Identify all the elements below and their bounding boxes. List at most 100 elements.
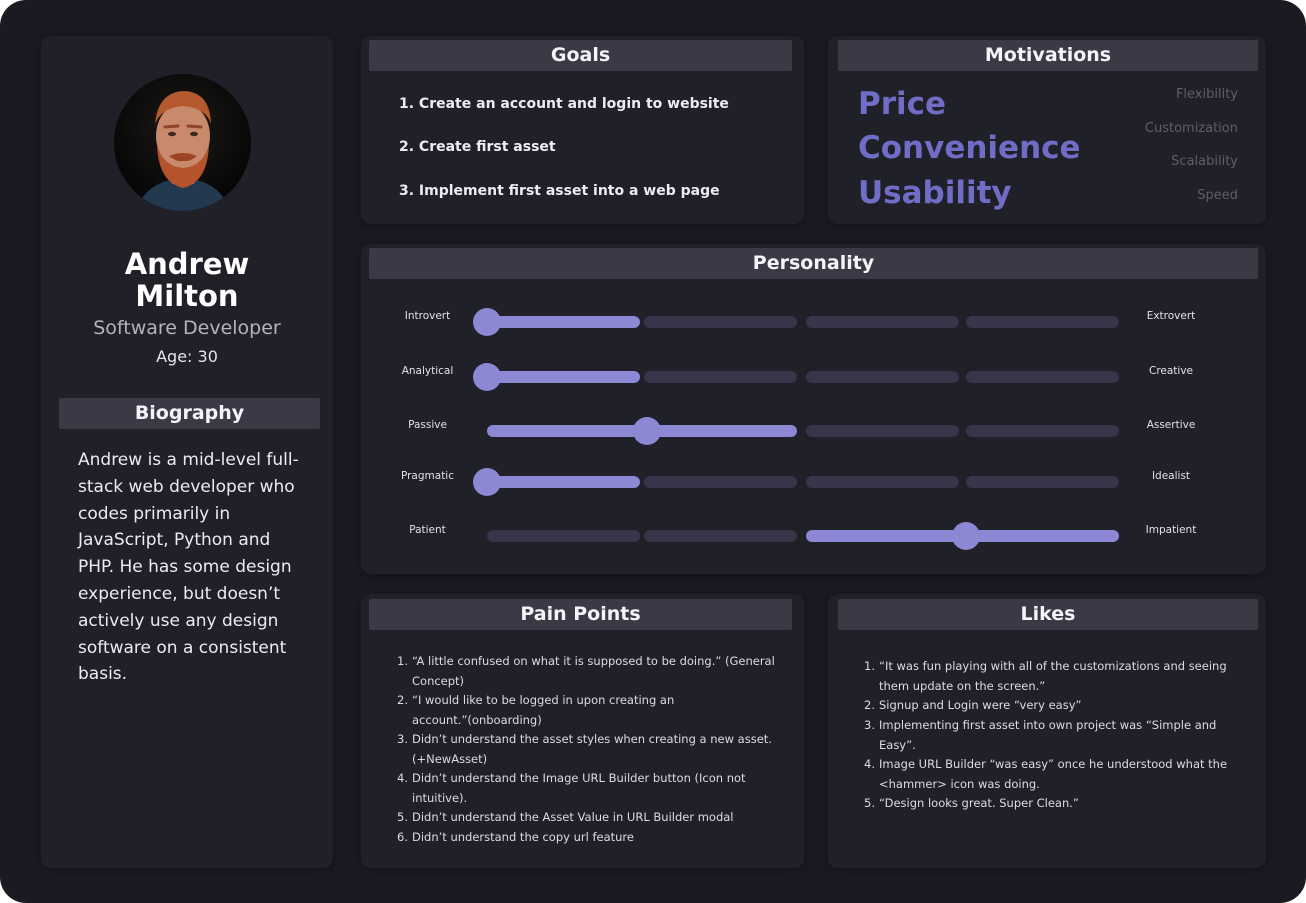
list-item-line: “It was fun playing with all of the cust… (879, 659, 1227, 673)
list-item: 2. Signup and Login were “very easy” (864, 696, 1249, 716)
list-item: 5. “Design looks great. Super Clean.” (864, 794, 1249, 814)
motivations-card: Motivations Price Convenience Usability … (828, 36, 1266, 224)
list-item: 3. Implementing first asset into own proj… (864, 716, 1249, 755)
trait-right-label: Idealist (1151, 470, 1191, 482)
motivations-header: Motivations (838, 40, 1258, 71)
trait-left-label: Introvert (404, 310, 451, 322)
slider-knob[interactable] (473, 363, 501, 391)
trait-slider[interactable] (473, 308, 1125, 336)
persona-role: Software Developer (93, 317, 281, 339)
personality-header: Personality (369, 248, 1258, 279)
list-item-line: intuitive). (412, 790, 468, 805)
trait-slider[interactable] (473, 363, 1125, 391)
list-item: 5. Didn’t understand the Asset Value in U… (397, 808, 782, 828)
motivation-secondary: Flexibility (1175, 87, 1238, 102)
pain-points-header: Pain Points (369, 599, 792, 630)
list-item-number: 4. (397, 771, 408, 785)
list-item-line: Concept) (412, 673, 465, 688)
list-item-number: 1. (864, 659, 875, 673)
trait-slider[interactable] (487, 522, 1125, 550)
profile-card: Andrew Milton Software Developer Age: 30… (41, 36, 333, 868)
slider-knob[interactable] (473, 468, 501, 496)
trait-left-label: Pragmatic (400, 470, 455, 482)
biography-text: Andrew is a mid-level full-stack web dev… (78, 450, 299, 685)
list-item-line: (+NewAsset) (412, 751, 488, 766)
list-item: 6. Didn’t understand the copy url feature (397, 828, 782, 848)
goals-header: Goals (369, 40, 792, 71)
list-item-line: Didn’t understand the Image URL Builder … (412, 771, 746, 785)
slider-segment (806, 425, 959, 437)
goal-item: 1. Create an account and login to websit… (399, 96, 729, 112)
list-item: 4. Didn’t understand the Image URL Builde… (397, 769, 782, 808)
list-item-number: 4. (864, 757, 875, 771)
motivation-secondary: Scalability (1171, 154, 1238, 169)
trait-slider[interactable] (487, 417, 1125, 445)
slider-segment (644, 425, 797, 437)
trait-left-label: Passive (408, 419, 447, 431)
goals-card: Goals 1. Create an account and login to … (361, 36, 804, 224)
persona-frame: Andrew Milton Software Developer Age: 30… (0, 0, 1306, 903)
list-item-line: Signup and Login were “very easy” (879, 698, 1082, 712)
motivation-secondary: Speed (1197, 188, 1238, 203)
list-item-line: “I would like to be logged in upon creat… (412, 693, 675, 707)
list-item-number: 2. (397, 693, 408, 707)
motivation-secondary: Customization (1144, 121, 1238, 136)
list-item: 1. “A little confused on what it is suppo… (397, 652, 782, 691)
slider-segment (487, 316, 640, 328)
slider-segment (487, 530, 640, 542)
goal-item: 3. Implement first asset into a web page (399, 183, 720, 199)
person-portrait-icon (114, 74, 251, 211)
slider-segment (806, 530, 959, 542)
slider-segment (644, 316, 797, 328)
list-item-line: Didn’t understand the Asset Value in URL… (412, 810, 734, 824)
slider-segment (966, 530, 1119, 542)
biography-header: Biography (59, 398, 320, 429)
trait-slider[interactable] (473, 468, 1125, 496)
personality-card: Personality Introvert Extrovert Analytical… (361, 244, 1266, 574)
slider-segment (966, 476, 1119, 488)
list-item-line: Didn’t understand the asset styles when … (412, 732, 772, 746)
slider-segment (644, 476, 797, 488)
list-item-line: Easy”. (879, 737, 916, 752)
persona-age: Age: 30 (156, 347, 218, 366)
list-item: 4. Image URL Builder “was easy” once he u… (864, 755, 1249, 794)
slider-segment (806, 476, 959, 488)
list-item-number: 5. (864, 796, 875, 810)
slider-segment (966, 425, 1119, 437)
list-item-number: 3. (397, 732, 408, 746)
avatar (114, 74, 251, 211)
slider-knob[interactable] (632, 417, 661, 445)
slider-segment (644, 530, 797, 542)
slider-segment (966, 371, 1119, 383)
persona-name: Andrew Milton (124, 247, 250, 313)
list-item-line: them update on the screen.” (879, 678, 1046, 693)
likes-header: Likes (838, 599, 1258, 630)
list-item-number: 1. (397, 654, 408, 668)
trait-right-label: Assertive (1146, 419, 1196, 431)
likes-card: Likes 1. “It was fun playing with all of … (828, 594, 1266, 868)
motivation-primary: Price (858, 86, 947, 122)
trait-left-label: Patient (409, 524, 446, 536)
slider-segment (487, 425, 640, 437)
list-item-line: Implementing first asset into own projec… (879, 718, 1217, 732)
slider-segment (644, 371, 797, 383)
list-item-line: account.”(onboarding) (412, 712, 542, 727)
trait-left-label: Analytical (401, 365, 454, 377)
list-item-line: Didn’t understand the copy url feature (412, 830, 634, 844)
pain-points-card: Pain Points 1. “A little confused on what… (361, 594, 804, 868)
slider-segment (806, 316, 959, 328)
slider-segment (487, 476, 640, 488)
list-item-number: 6. (397, 830, 408, 844)
list-item-number: 2. (864, 698, 875, 712)
motivation-primary: Usability (858, 175, 1012, 211)
list-item: 1. “It was fun playing with all of the cu… (864, 657, 1249, 696)
slider-segment (487, 371, 640, 383)
trait-right-label: Creative (1148, 365, 1194, 377)
slider-segment (966, 316, 1119, 328)
slider-knob[interactable] (473, 308, 501, 336)
list-item: 2. “I would like to be logged in upon cre… (397, 691, 782, 730)
trait-right-label: Extrovert (1146, 310, 1196, 322)
slider-segment (806, 371, 959, 383)
slider-knob[interactable] (951, 522, 980, 550)
list-item-number: 3. (864, 718, 875, 732)
